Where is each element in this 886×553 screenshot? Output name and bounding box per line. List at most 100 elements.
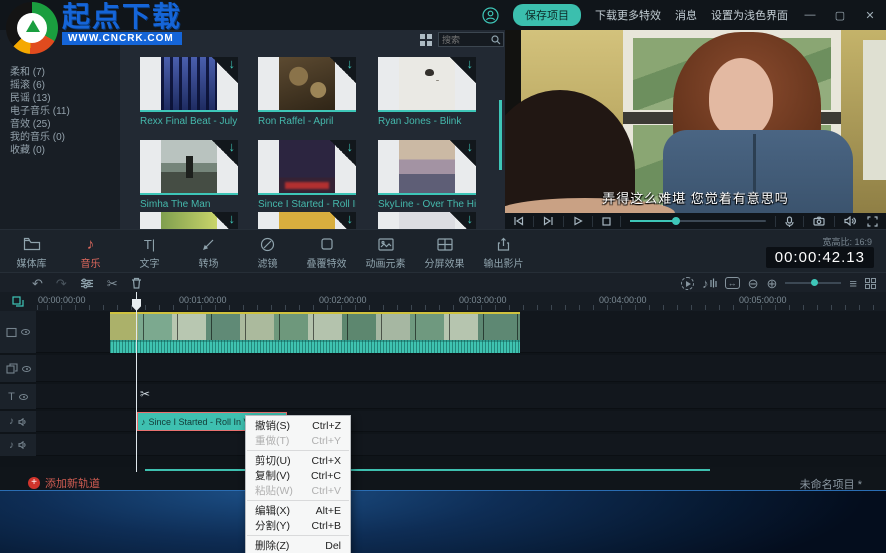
file-fold: ↓ (330, 57, 356, 83)
search-icon (491, 35, 501, 45)
download-icon[interactable]: ↓ (347, 57, 354, 71)
track-title: Ryan Jones - Blink (378, 116, 476, 127)
download-icon[interactable]: ↓ (229, 140, 236, 154)
download-icon[interactable]: ↓ (467, 57, 474, 71)
card-accent (140, 110, 238, 112)
volume-icon[interactable] (844, 216, 856, 226)
pip-track-header (0, 355, 36, 382)
card-accent (258, 110, 356, 112)
visibility-toggle-icon[interactable] (19, 394, 28, 400)
category-item[interactable]: 收藏 (0) (10, 141, 45, 156)
menu-item-cut[interactable]: 剪切(U)Ctrl+X (246, 453, 350, 468)
previous-frame-button[interactable] (513, 216, 524, 226)
messages-button[interactable]: 消息 (675, 7, 697, 23)
download-icon[interactable]: ↓ (229, 212, 236, 226)
music-card[interactable]: ↓ Rexx Final Beat - July (140, 57, 238, 127)
seek-slider[interactable] (630, 220, 766, 222)
track-grid-icon[interactable] (865, 278, 876, 289)
audio-mixer-icon[interactable]: ♪ (702, 277, 717, 290)
split-scissors-icon[interactable]: ✂ (107, 277, 118, 290)
music-card[interactable]: ↓ Simha The Man (140, 140, 238, 210)
menu-item-edit[interactable]: 编辑(X)Alt+E (246, 503, 350, 518)
delete-icon[interactable] (131, 277, 142, 289)
music-grid: ↓ Rexx Final Beat - July ↓ Ron Raffel - … (120, 30, 505, 229)
maximize-button[interactable]: ▢ (832, 9, 848, 22)
adjust-icon[interactable] (80, 278, 94, 289)
next-frame-button[interactable] (543, 216, 554, 226)
timeline-zoom-slider[interactable] (785, 282, 841, 284)
grid-view-icon[interactable] (420, 34, 425, 39)
video-track-header (0, 311, 36, 353)
add-track-button[interactable]: + 添加新轨道 (28, 475, 100, 491)
tab-split-screen[interactable]: 分屏效果 (415, 233, 474, 270)
tab-transitions[interactable]: 转场 (179, 233, 238, 270)
music-card[interactable]: ↓ Since I Started - Roll In Vi... (258, 140, 356, 210)
menu-item-split[interactable]: 分割(Y)Ctrl+B (246, 518, 350, 533)
snapshot-icon[interactable] (813, 216, 825, 226)
music-card[interactable]: ↓ SkyLine - Over The Hills (378, 140, 476, 210)
tab-media-library[interactable]: 媒体库 (2, 233, 61, 270)
tab-music[interactable]: ♪ 音乐 (61, 233, 120, 270)
menu-item-undo[interactable]: 撤销(S)Ctrl+Z (246, 418, 350, 433)
playhead[interactable] (136, 292, 137, 472)
music-card[interactable]: ↓ (258, 212, 356, 229)
download-icon[interactable]: ↓ (467, 140, 474, 154)
download-icon[interactable]: ↓ (347, 212, 354, 226)
download-icon[interactable]: ↓ (229, 57, 236, 71)
effects-toolbar: 媒体库 ♪ 音乐 T| 文字 转场 滤镜 叠覆特效 (0, 229, 886, 272)
music-card[interactable]: ↓ (378, 212, 476, 229)
undo-icon[interactable]: ↶ (32, 277, 43, 290)
track-list-icon[interactable]: ≡ (849, 277, 857, 290)
close-button[interactable]: ✕ (862, 9, 878, 22)
zoom-fit-icon[interactable]: ↔ (725, 277, 740, 289)
video-clip[interactable] (110, 312, 520, 353)
video-track-icon (6, 327, 17, 338)
save-project-button[interactable]: 保存项目 (513, 4, 581, 26)
visibility-toggle-icon[interactable] (21, 329, 30, 335)
tab-text[interactable]: T| 文字 (120, 233, 179, 270)
speaker-icon[interactable] (18, 441, 27, 449)
download-icon[interactable]: ↓ (347, 140, 354, 154)
account-icon[interactable] (482, 7, 499, 24)
light-theme-button[interactable]: 设置为浅色界面 (711, 7, 788, 23)
tab-elements[interactable]: 动画元素 (356, 233, 415, 270)
music-card[interactable]: ↓ (140, 212, 238, 229)
file-fold: ↓ (450, 212, 476, 229)
tab-overlays[interactable]: 叠覆特效 (297, 233, 356, 270)
text-track-header: T (0, 384, 36, 409)
visibility-toggle-icon[interactable] (22, 366, 31, 372)
fullscreen-icon[interactable] (867, 216, 878, 227)
download-icon[interactable]: ↓ (467, 212, 474, 226)
ruler-label: 00:01:00:00 (179, 295, 227, 305)
overlay-icon (320, 236, 334, 252)
file-fold: ↓ (212, 140, 238, 166)
music-library-panel: 柔和 (7) 摇滚 (6) 民谣 (13) 电子音乐 (11) 音效 (25) … (0, 30, 505, 229)
tab-filters[interactable]: 滤镜 (238, 233, 297, 270)
music-card[interactable]: ↓ Ron Raffel - April (258, 57, 356, 127)
track-title: Ron Raffel - April (258, 116, 356, 127)
speaker-icon[interactable] (18, 418, 27, 426)
export-icon (497, 236, 510, 252)
zoom-in-icon[interactable]: ⊕ (767, 277, 778, 290)
music-track-lane-2[interactable] (36, 434, 886, 456)
menu-item-delete[interactable]: 删除(Z)Del (246, 538, 350, 553)
menu-item-copy[interactable]: 复制(V)Ctrl+C (246, 468, 350, 483)
tab-export[interactable]: 输出影片 (474, 233, 533, 270)
download-more-effects-button[interactable]: 下载更多特效 (595, 7, 661, 23)
album-art (399, 212, 455, 229)
minimize-button[interactable]: — (802, 9, 818, 21)
seek-knob[interactable] (672, 217, 680, 225)
stop-button[interactable] (602, 217, 611, 226)
pip-track-lane[interactable] (36, 355, 886, 382)
music-track-icon: ♪ (9, 416, 14, 427)
grid-scrollbar[interactable] (499, 100, 502, 170)
music-card[interactable]: ↓ Ryan Jones - Blink (378, 57, 476, 127)
search-input[interactable] (439, 35, 491, 45)
render-preview-icon[interactable] (681, 277, 694, 290)
play-button[interactable] (573, 216, 583, 226)
record-voiceover-icon[interactable] (785, 216, 794, 227)
zoom-out-icon[interactable]: ⊖ (748, 277, 759, 290)
music-track-icon: ♪ (9, 440, 14, 451)
timeline-scrollbar[interactable] (145, 469, 710, 471)
text-track-lane[interactable] (36, 384, 886, 409)
